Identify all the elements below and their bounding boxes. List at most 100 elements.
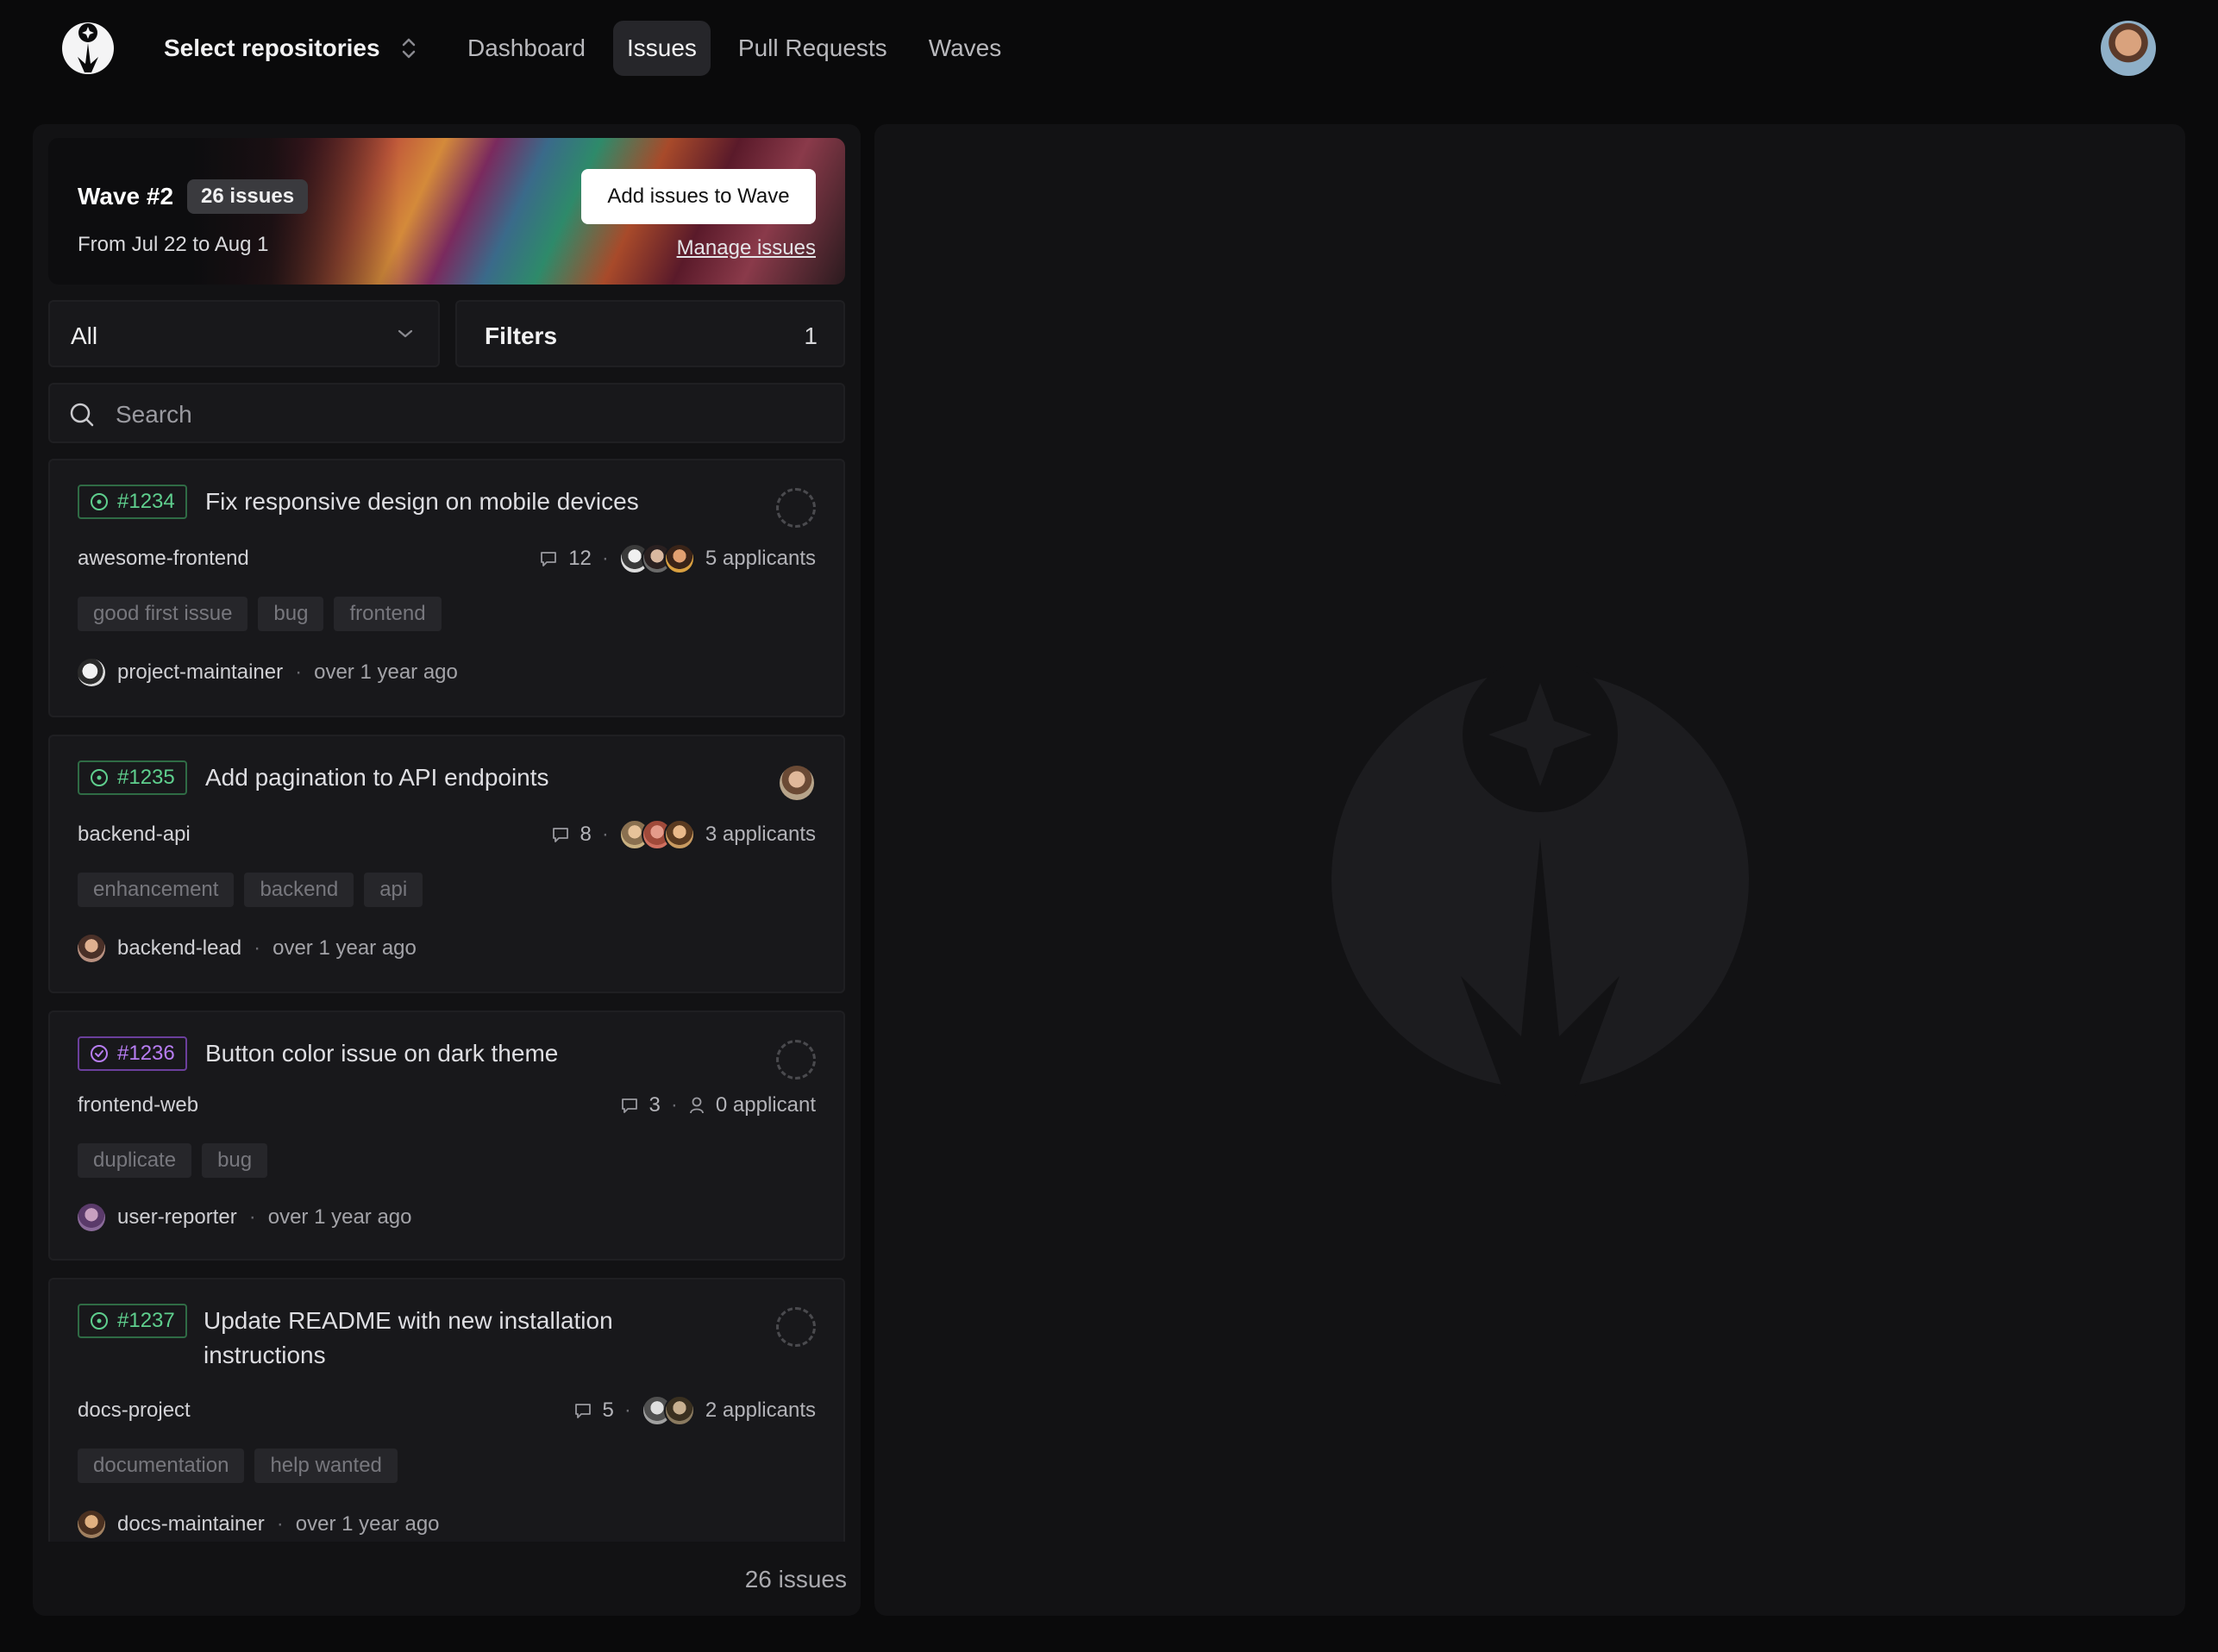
issue-number: #1236	[117, 1042, 175, 1065]
manage-issues-link[interactable]: Manage issues	[677, 236, 816, 260]
separator-dot: ·	[295, 660, 303, 684]
unassigned-placeholder[interactable]	[776, 488, 816, 528]
author-avatar	[78, 1511, 105, 1538]
wave-title: Wave #2	[78, 183, 174, 210]
issue-time: over 1 year ago	[267, 1205, 412, 1229]
label-tag[interactable]: help wanted	[254, 1449, 398, 1483]
author-name[interactable]: project-maintainer	[117, 660, 283, 685]
status-select[interactable]: All	[48, 300, 440, 367]
separator-dot: ·	[623, 1399, 631, 1422]
issue-title[interactable]: Fix responsive design on mobile devices	[205, 485, 639, 519]
label-tag[interactable]: enhancement	[78, 873, 235, 907]
label-tag[interactable]: bug	[258, 597, 324, 631]
comment-count: 5	[602, 1399, 614, 1422]
status-select-value: All	[71, 322, 98, 349]
empty-state-logo-icon	[1331, 666, 1749, 1097]
issue-labels: good first issue bug frontend	[78, 597, 442, 631]
repository-selector[interactable]: Select repositories	[164, 29, 418, 67]
comment-count: 8	[580, 823, 592, 846]
user-avatar[interactable]	[2101, 21, 2156, 76]
issue-author: user-reporter · over 1 year ago	[78, 1204, 412, 1231]
applicants-count: 0 applicant	[715, 1093, 816, 1117]
main-nav: Dashboard Issues Pull Requests Waves	[454, 21, 1015, 76]
search-box	[48, 383, 845, 443]
issue-author: docs-maintainer · over 1 year ago	[78, 1511, 440, 1538]
issue-number-badge: #1234	[78, 485, 187, 519]
app-logo-icon[interactable]	[60, 21, 116, 76]
author-avatar	[78, 659, 105, 686]
issue-repo: docs-project	[78, 1399, 191, 1422]
label-tag[interactable]: bug	[202, 1143, 268, 1178]
label-tag[interactable]: frontend	[334, 597, 442, 631]
issue-meta: 3 · 0 applicant	[620, 1093, 816, 1117]
filter-row: All Filters 1	[48, 300, 845, 367]
issue-open-icon	[91, 493, 108, 510]
label-tag[interactable]: documentation	[78, 1449, 245, 1483]
issue-open-icon	[91, 769, 108, 786]
label-tag[interactable]: good first issue	[78, 597, 248, 631]
comment-icon	[541, 552, 557, 566]
issue-card[interactable]: #1237 Update README with new installatio…	[48, 1278, 845, 1542]
applicants-count: 5 applicants	[705, 547, 816, 570]
issue-meta: 5 · 2 applicants	[573, 1395, 816, 1426]
issue-total-count: 26 issues	[744, 1566, 847, 1593]
author-name[interactable]: docs-maintainer	[117, 1512, 265, 1536]
unassigned-placeholder[interactable]	[776, 1307, 816, 1347]
applicants-count: 3 applicants	[705, 823, 816, 846]
applicant-avatar	[663, 1395, 695, 1426]
issue-author: backend-lead · over 1 year ago	[78, 935, 417, 962]
author-avatar	[78, 935, 105, 962]
applicants-count: 2 applicants	[705, 1399, 816, 1422]
separator-dot: ·	[276, 1512, 284, 1536]
label-tag[interactable]: backend	[244, 873, 354, 907]
issue-labels: duplicate bug	[78, 1143, 268, 1178]
issue-number-badge: #1237	[78, 1304, 187, 1338]
applicant-avatar	[663, 819, 695, 850]
applicant-avatars	[618, 543, 695, 574]
assignee-avatar[interactable]	[780, 766, 814, 800]
search-input[interactable]	[114, 395, 807, 435]
comment-icon	[552, 828, 568, 842]
issue-author: project-maintainer · over 1 year ago	[78, 659, 458, 686]
label-tag[interactable]: api	[364, 873, 423, 907]
top-navigation: Select repositories Dashboard Issues Pul…	[0, 0, 2218, 97]
nav-issues[interactable]: Issues	[612, 21, 711, 76]
comment-icon	[574, 1404, 591, 1418]
wave-dates: From Jul 22 to Aug 1	[78, 233, 269, 256]
issue-number: #1234	[117, 490, 175, 513]
issue-repo: backend-api	[78, 823, 191, 846]
filters-button[interactable]: Filters 1	[455, 300, 845, 367]
chevron-down-icon	[398, 329, 413, 338]
wave-issue-count-badge: 26 issues	[187, 179, 309, 214]
add-issues-to-wave-button[interactable]: Add issues to Wave	[581, 169, 816, 224]
issue-number-badge: #1236	[78, 1036, 187, 1071]
issue-card[interactable]: #1235 Add pagination to API endpoints ba…	[48, 735, 845, 993]
issue-title[interactable]: Button color issue on dark theme	[205, 1036, 558, 1071]
issues-panel: Wave #2 26 issues From Jul 22 to Aug 1 A…	[33, 124, 861, 1616]
filters-count: 1	[804, 322, 818, 349]
author-name[interactable]: user-reporter	[117, 1205, 237, 1230]
issue-title[interactable]: Add pagination to API endpoints	[205, 760, 549, 795]
issue-title-line: instructions	[204, 1342, 326, 1368]
wave-banner: Wave #2 26 issues From Jul 22 to Aug 1 A…	[48, 138, 845, 285]
issue-number-badge: #1235	[78, 760, 187, 795]
issue-title[interactable]: Update README with new installation inst…	[204, 1304, 613, 1373]
issue-labels: documentation help wanted	[78, 1449, 398, 1483]
issue-closed-icon	[91, 1045, 108, 1062]
label-tag[interactable]: duplicate	[78, 1143, 192, 1178]
nav-pull-requests[interactable]: Pull Requests	[724, 21, 901, 76]
author-name[interactable]: backend-lead	[117, 936, 241, 961]
chevron-up-down-icon	[402, 38, 415, 59]
issue-card[interactable]: #1234 Fix responsive design on mobile de…	[48, 459, 845, 717]
nav-waves[interactable]: Waves	[915, 21, 1016, 76]
issue-repo: awesome-frontend	[78, 547, 249, 570]
search-icon	[70, 403, 94, 427]
issue-card[interactable]: #1236 Button color issue on dark theme f…	[48, 1011, 845, 1261]
issue-time: over 1 year ago	[314, 660, 458, 684]
issue-number: #1237	[117, 1309, 175, 1332]
separator-dot: ·	[248, 1205, 256, 1229]
unassigned-placeholder[interactable]	[776, 1040, 816, 1079]
comment-icon	[621, 1098, 637, 1113]
comment-count: 12	[568, 547, 592, 570]
nav-dashboard[interactable]: Dashboard	[454, 21, 599, 76]
